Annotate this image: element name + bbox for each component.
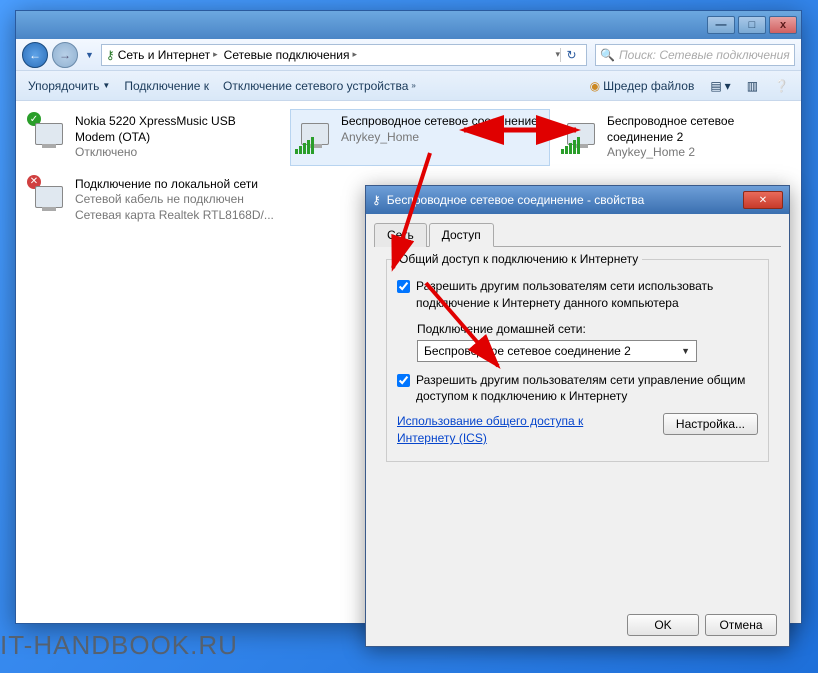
help-button[interactable]: ❔: [770, 77, 793, 95]
wifi-icon: [561, 114, 601, 154]
tab-network[interactable]: Сеть: [374, 223, 427, 247]
refresh-button[interactable]: ↻: [560, 48, 582, 62]
ics-group: Общий доступ к подключению к Интернету Р…: [386, 259, 769, 462]
dialog-close-button[interactable]: ✕: [743, 191, 783, 209]
connection-item-wifi[interactable]: Беспроводное сетевое соединение Anykey_H…: [290, 109, 550, 166]
minimize-button[interactable]: —: [707, 16, 735, 34]
breadcrumb-seg[interactable]: Сеть и Интернет: [118, 48, 210, 62]
connect-to-button[interactable]: Подключение к: [120, 77, 213, 95]
navbar: ← → ▼ ⚷ Сеть и Интернет▸ Сетевые подключ…: [16, 39, 801, 71]
forward-button[interactable]: →: [52, 42, 78, 68]
connection-item-lan[interactable]: ✕ Подключение по локальной сети Сетевой …: [24, 172, 314, 229]
search-placeholder: Поиск: Сетевые подключения: [619, 48, 790, 62]
ok-button[interactable]: OK: [627, 614, 699, 636]
connection-title: Беспроводное сетевое соединение 2: [607, 114, 771, 145]
allow-sharing-checkbox[interactable]: [397, 280, 410, 293]
modem-icon: ✓: [29, 114, 69, 154]
help-icon: ❔: [774, 79, 789, 93]
signal-bars-icon: [561, 137, 580, 154]
connection-status: Отключено: [75, 145, 279, 161]
connection-status: Anykey_Home 2: [607, 145, 771, 161]
titlebar: — □ x: [16, 11, 801, 39]
allow-control-label: Разрешить другим пользователям сети упра…: [416, 372, 758, 406]
shredder-button[interactable]: ◉Шредер файлов: [586, 77, 699, 95]
nav-history-dropdown[interactable]: ▼: [82, 50, 97, 60]
connection-status: Anykey_Home: [341, 130, 538, 146]
arrow-right-icon: →: [59, 48, 71, 62]
settings-button[interactable]: Настройка...: [663, 413, 758, 435]
maximize-button[interactable]: □: [738, 16, 766, 34]
connection-title: Подключение по локальной сети: [75, 177, 274, 193]
search-input[interactable]: 🔍 Поиск: Сетевые подключения: [595, 44, 795, 66]
connection-title: Беспроводное сетевое соединение: [341, 114, 538, 130]
combo-value: Беспроводное сетевое соединение 2: [424, 344, 631, 358]
network-icon: ⚷: [372, 193, 381, 207]
tab-panel-access: Общий доступ к подключению к Интернету Р…: [374, 247, 781, 607]
cancel-button[interactable]: Отмена: [705, 614, 777, 636]
back-button[interactable]: ←: [22, 42, 48, 68]
signal-bars-icon: [295, 137, 314, 154]
connection-title: Nokia 5220 XpressMusic USB Modem (OTA): [75, 114, 279, 145]
search-icon: 🔍: [600, 48, 615, 62]
toolbar: Упорядочить▼ Подключение к Отключение се…: [16, 71, 801, 101]
allow-sharing-label: Разрешить другим пользователям сети испо…: [416, 278, 758, 312]
close-button[interactable]: x: [769, 16, 797, 34]
view-button[interactable]: ▤▾: [706, 77, 734, 95]
preview-pane-button[interactable]: ▥: [743, 77, 762, 95]
arrow-left-icon: ←: [29, 48, 41, 62]
preview-icon: ▥: [747, 79, 758, 93]
wifi-icon: [295, 114, 335, 154]
properties-dialog: ⚷ Беспроводное сетевое соединение - свой…: [365, 185, 790, 647]
network-icon: ⚷: [106, 48, 115, 62]
allow-control-checkbox[interactable]: [397, 374, 410, 387]
group-title: Общий доступ к подключению к Интернету: [395, 252, 642, 266]
lan-icon: ✕: [29, 177, 69, 217]
chevron-down-icon: ▼: [681, 346, 690, 356]
dialog-title: Беспроводное сетевое соединение - свойст…: [387, 193, 645, 207]
ics-help-link[interactable]: Использование общего доступа к Интернету…: [397, 413, 597, 447]
home-network-combo[interactable]: Беспроводное сетевое соединение 2 ▼: [417, 340, 697, 362]
connection-item-modem[interactable]: ✓ Nokia 5220 XpressMusic USB Modem (OTA)…: [24, 109, 284, 166]
tab-access[interactable]: Доступ: [429, 223, 494, 247]
tabs: Сеть Доступ: [374, 222, 781, 247]
organize-menu[interactable]: Упорядочить▼: [24, 77, 114, 95]
shredder-icon: ◉: [590, 79, 600, 93]
chevron-right-icon: ▸: [213, 49, 218, 60]
chevron-right-icon: ▸: [352, 49, 357, 60]
disable-device-button[interactable]: Отключение сетевого устройства»: [219, 77, 420, 95]
dialog-titlebar: ⚷ Беспроводное сетевое соединение - свой…: [366, 186, 789, 214]
address-bar[interactable]: ⚷ Сеть и Интернет▸ Сетевые подключения▸ …: [101, 44, 587, 66]
view-icon: ▤: [710, 79, 721, 93]
home-network-label: Подключение домашней сети:: [417, 322, 758, 336]
connection-item-wifi2[interactable]: Беспроводное сетевое соединение 2 Anykey…: [556, 109, 776, 166]
connection-status: Сетевой кабель не подключен: [75, 192, 274, 208]
connection-adapter: Сетевая карта Realtek RTL8168D/...: [75, 208, 274, 224]
watermark: IT-HANDBOOK.RU: [0, 630, 238, 661]
breadcrumb-seg[interactable]: Сетевые подключения: [224, 48, 350, 62]
